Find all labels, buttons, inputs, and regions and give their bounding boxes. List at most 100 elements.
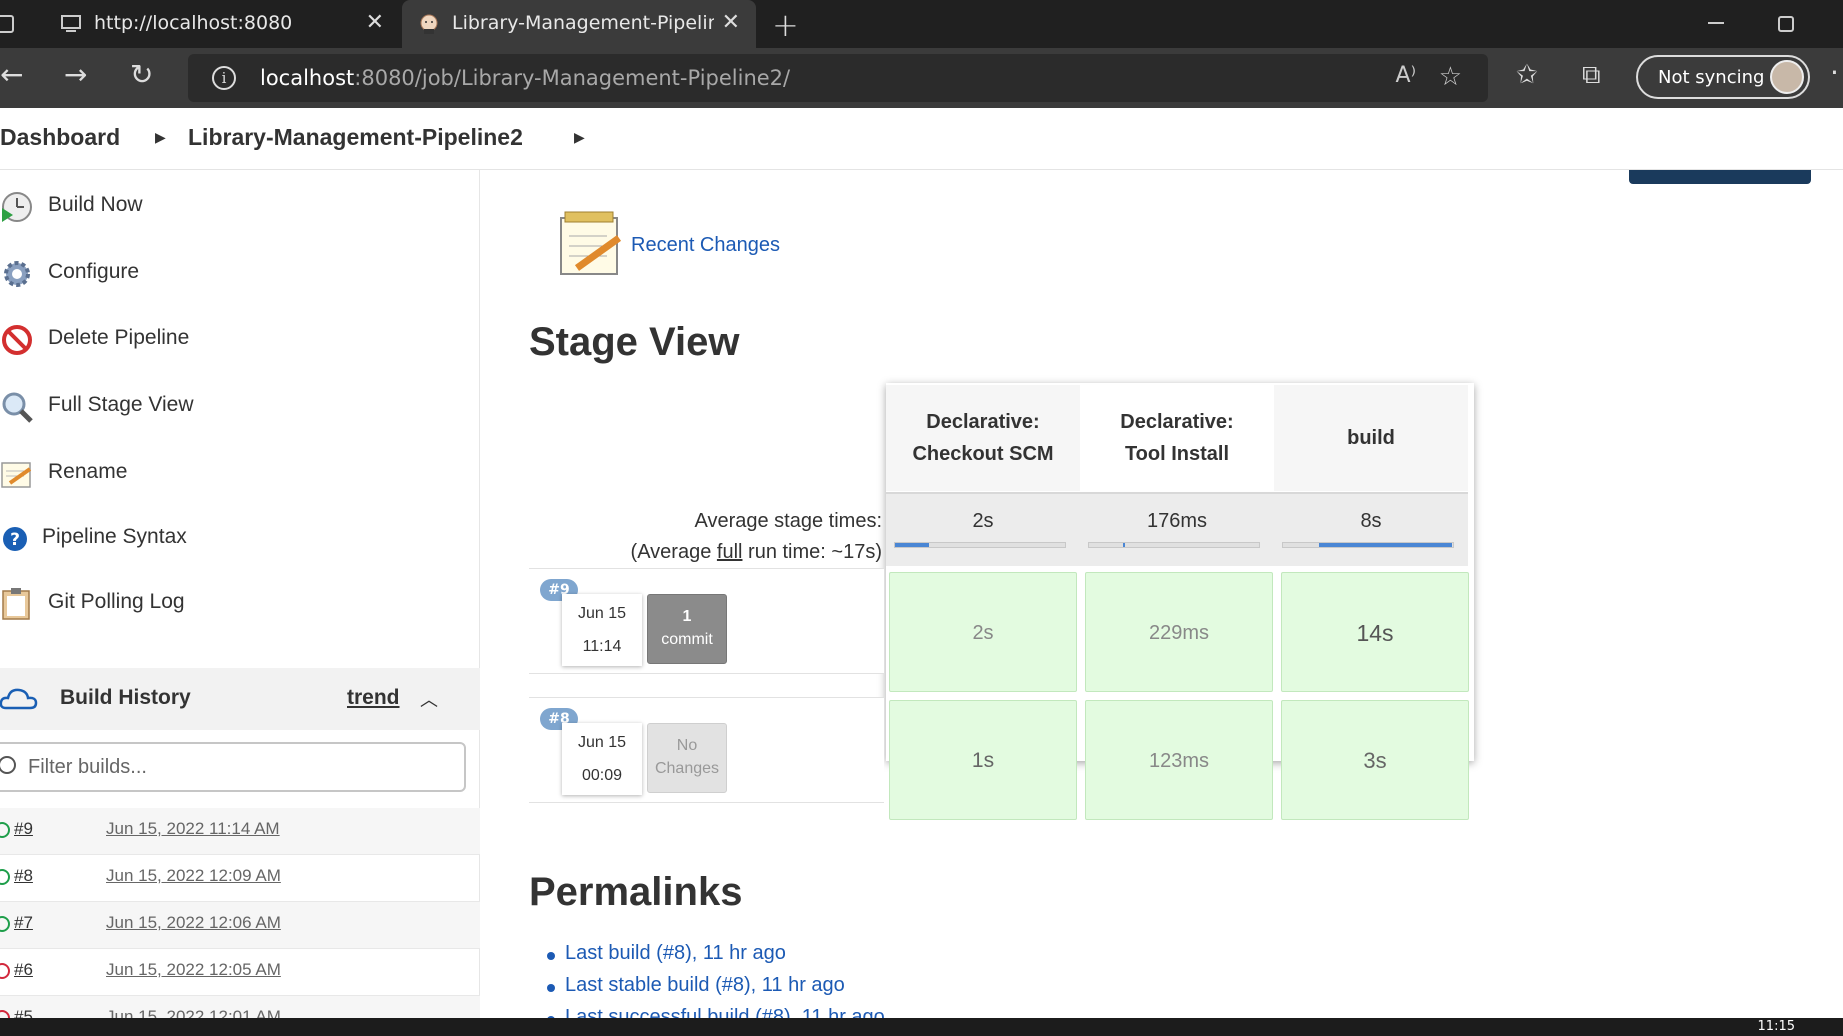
tab-title: http://localhost:8080 [94,12,293,34]
build-row: #8 Jun 15, 2022 12:09 AM [0,855,480,902]
sync-label: Not syncing [1658,67,1765,88]
collapse-caret-icon[interactable]: ︿ [420,686,438,712]
help-icon: ? [3,527,27,551]
stage-cell[interactable]: 3s [1281,700,1469,820]
build-row: #7 Jun 15, 2022 12:06 AM [0,902,480,949]
build-history-title: Build History [60,686,191,709]
stage-view-heading: Stage View [529,320,740,364]
filter-builds-input[interactable] [28,752,448,782]
stage-header-build: build [1274,385,1468,491]
build-date-link[interactable]: Jun 15, 2022 12:09 AM [106,866,281,886]
avg-progress-fill [1123,543,1125,547]
build-date-link[interactable]: Jun 15, 2022 11:14 AM [106,819,280,839]
avg-progress-fill [1319,543,1452,547]
recent-changes-link[interactable]: Recent Changes [631,234,780,257]
notepad-pencil-icon [1,462,32,488]
breadcrumb-job[interactable]: Library-Management-Pipeline2 [188,124,523,151]
build-date-link[interactable]: Jun 15, 2022 12:06 AM [106,913,281,933]
tab-actions-icon[interactable] [0,15,14,33]
cloud-icon [0,688,38,710]
top-action-button[interactable] [1629,170,1811,184]
permalink-last-build[interactable]: Last build (#8), 11 hr ago [547,942,786,965]
stage-cell[interactable]: 1s [889,700,1077,820]
more-icon[interactable]: · [1830,56,1839,89]
average-stage-times-label: Average stage times: (Average full run t… [630,510,882,563]
filter-builds-field[interactable] [0,742,466,792]
close-tab-icon[interactable]: ✕ [366,10,384,35]
minimize-icon[interactable] [1708,22,1724,24]
stage-cell[interactable]: 229ms [1085,572,1273,692]
back-icon[interactable]: ← [0,58,23,91]
new-tab-icon[interactable]: + [772,6,799,44]
trend-link[interactable]: trend [347,686,400,710]
tab-library-pipeline[interactable]: Library-Management-Pipeline2 [ ✕ [402,0,756,48]
run-changes-button[interactable]: 1 commit [647,594,727,664]
task-label: Full Stage View [48,393,194,416]
permalinks-heading: Permalinks [529,870,743,914]
browser-tab-bar: http://localhost:8080 ✕ Library-Manageme… [0,0,1843,48]
breadcrumb-caret-icon[interactable]: ▶ [155,130,166,146]
failed-status-icon [0,963,10,979]
build-number-link[interactable]: #8 [14,866,33,886]
run-row-8: #8 Jun 15 00:09 No Changes [529,697,884,803]
build-number-link[interactable]: #6 [14,960,33,980]
build-history-header: Build History trend ︿ [0,668,480,730]
build-number-link[interactable]: #9 [14,819,33,839]
monitor-icon [61,15,81,32]
build-row: #6 Jun 15, 2022 12:05 AM [0,949,480,996]
collections-icon[interactable]: ⧉ [1582,60,1601,91]
breadcrumb: Dashboard ▶ Library-Management-Pipeline2… [0,108,1843,170]
build-row: #9 Jun 15, 2022 11:14 AM [0,808,480,855]
stage-header-tool-install: Declarative: Tool Install [1120,411,1234,465]
task-label: Build Now [48,193,143,216]
avg-progress-bar [1282,542,1454,548]
stage-cell[interactable]: 123ms [1085,700,1273,820]
task-label: Git Polling Log [48,590,185,613]
restore-icon[interactable] [1778,16,1794,32]
stage-header-checkout-scm: Declarative: Checkout SCM [886,385,1080,491]
no-entry-icon [2,325,32,355]
success-status-icon [0,822,10,838]
task-label: Configure [48,260,140,283]
avg-time-build: 8s [1274,492,1468,566]
breadcrumb-caret-icon[interactable]: ▶ [574,130,585,146]
task-label: Pipeline Syntax [42,525,187,548]
tab-localhost[interactable]: http://localhost:8080 ✕ [44,0,400,48]
avg-time-tool-install: 176ms [1080,492,1274,566]
magnifier-icon [2,392,33,423]
permalink-last-stable-build[interactable]: Last stable build (#8), 11 hr ago [547,974,845,997]
forward-icon[interactable]: → [64,58,87,91]
jenkins-butler-icon [420,14,438,34]
read-aloud-icon[interactable]: A⁾ [1396,63,1416,88]
avg-progress-fill [895,543,929,547]
close-tab-icon[interactable]: ✕ [722,10,740,35]
build-date-link[interactable]: Jun 15, 2022 12:05 AM [106,960,281,980]
stage-cell[interactable]: 2s [889,572,1077,692]
address-url: localhost:8080/job/Library-Management-Pi… [260,66,791,90]
search-icon [0,756,16,774]
run-date: Jun 15 00:09 [562,723,642,795]
avg-time-checkout-scm: 2s [886,492,1080,566]
breadcrumb-dashboard[interactable]: Dashboard [0,124,120,151]
notepad-pencil-icon [560,211,622,275]
refresh-icon[interactable]: ↻ [130,58,153,91]
site-info-icon[interactable]: i [212,66,236,90]
profile-sync-button[interactable]: Not syncing [1636,55,1810,99]
task-label: Rename [48,460,128,483]
main-panel: Recent Changes Stage View Declarative: Ch… [481,170,1843,1036]
full-run-link[interactable]: full [717,541,743,563]
address-bar[interactable]: i localhost:8080/job/Library-Management-… [188,54,1488,102]
avg-progress-bar [1088,542,1260,548]
add-favorite-icon[interactable]: ☆ [1439,62,1462,92]
tab-title: Library-Management-Pipeline2 [ [452,12,714,34]
run-row-9: #9 Jun 15 11:14 1 commit [529,568,884,674]
clipboard-icon [2,588,30,620]
favorites-icon[interactable]: ✩ [1516,60,1538,90]
svg-text:?: ? [10,530,20,550]
build-number-link[interactable]: #7 [14,913,33,933]
success-status-icon [0,916,10,932]
task-label: Delete Pipeline [48,326,190,349]
os-taskbar: 11:15 [0,1018,1843,1036]
avatar [1770,60,1804,94]
stage-cell[interactable]: 14s [1281,572,1469,692]
